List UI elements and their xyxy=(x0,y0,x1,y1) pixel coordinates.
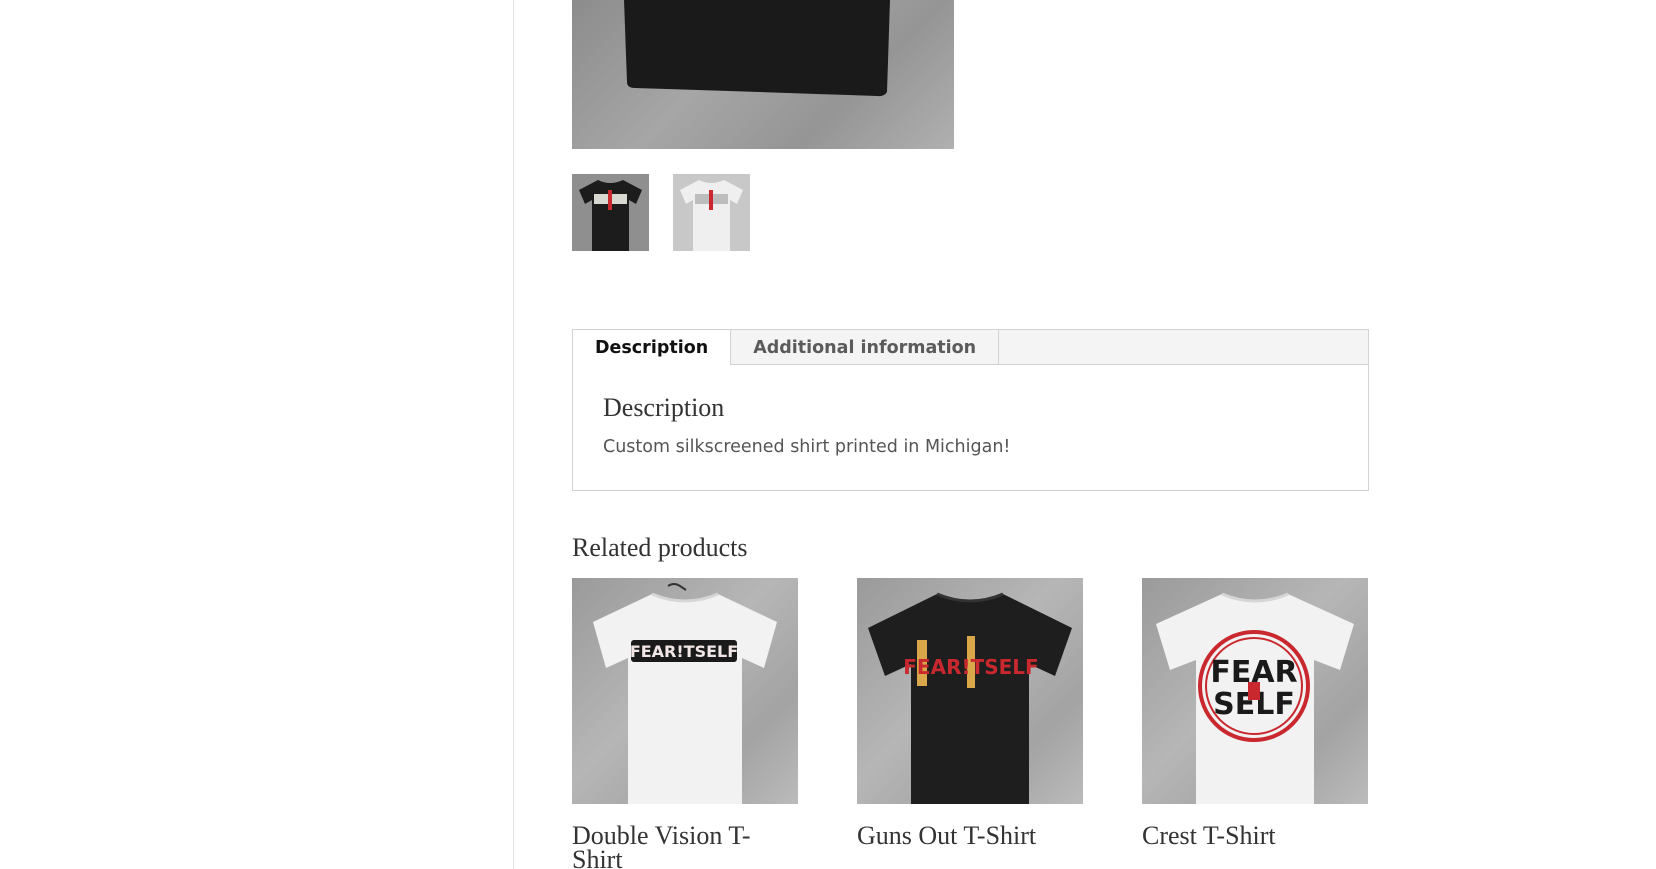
related-products-heading: Related products xyxy=(572,533,748,562)
thumbnail-black-shirt[interactable] xyxy=(572,174,649,251)
main-product-image[interactable] xyxy=(572,0,954,149)
svg-text:FEAR!TSELF: FEAR!TSELF xyxy=(630,642,738,661)
panel-heading: Description xyxy=(603,393,725,422)
thumbnail-white-shirt[interactable] xyxy=(673,174,750,251)
product-name[interactable]: Double Vision T-Shirt xyxy=(572,823,762,869)
product-name[interactable]: Crest T-Shirt xyxy=(1142,823,1332,849)
tab-bar: Description Additional information xyxy=(573,330,1368,366)
related-product-card: FEAR!TSELF Double Vision T-Shirt xyxy=(572,578,798,869)
tab-additional-information[interactable]: Additional information xyxy=(731,330,1000,365)
product-image[interactable]: FEAR SELF xyxy=(1142,578,1368,804)
product-name[interactable]: Guns Out T-Shirt xyxy=(857,823,1047,849)
panel-text: Custom silkscreened shirt printed in Mic… xyxy=(603,437,1011,457)
related-product-card: FEAR SELF Crest T-Shirt xyxy=(1142,578,1368,849)
sidebar-divider xyxy=(513,0,514,869)
product-image[interactable]: FEAR!TSELF xyxy=(857,578,1083,804)
svg-text:FEAR!TSELF: FEAR!TSELF xyxy=(903,655,1038,679)
product-tabs: Description Additional information Descr… xyxy=(572,329,1369,491)
tab-description[interactable]: Description xyxy=(573,330,732,366)
related-product-card: FEAR!TSELF Guns Out T-Shirt xyxy=(857,578,1083,849)
product-image[interactable]: FEAR!TSELF xyxy=(572,578,798,804)
tab-panel-description: Description Custom silkscreened shirt pr… xyxy=(573,365,1368,485)
